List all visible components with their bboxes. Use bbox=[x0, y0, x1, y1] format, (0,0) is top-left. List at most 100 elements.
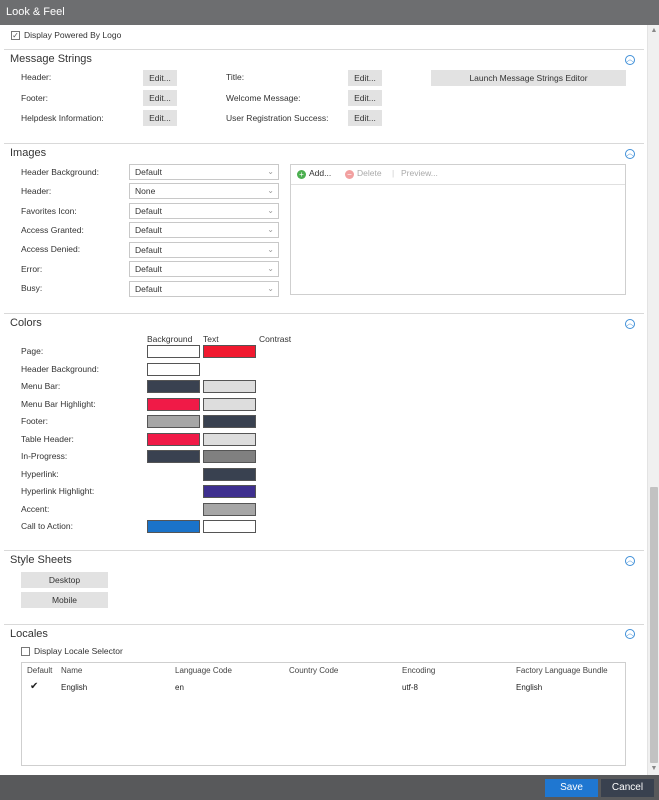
image-list-panel: + Add... − Delete | Preview... bbox=[290, 164, 626, 295]
color-row-label: Page: bbox=[21, 346, 44, 356]
display-powered-by-logo-label: Display Powered By Logo bbox=[24, 30, 122, 40]
text-color-swatch[interactable] bbox=[203, 503, 256, 516]
color-row-label: Table Header: bbox=[21, 434, 74, 444]
select-value: Default bbox=[135, 167, 162, 177]
chevron-down-icon: ⌄ bbox=[267, 167, 274, 176]
text-color-swatch[interactable] bbox=[203, 485, 256, 498]
save-button[interactable]: Save bbox=[545, 779, 598, 797]
locale-name: English bbox=[61, 683, 88, 692]
locale-language-code: en bbox=[175, 683, 184, 692]
chevron-down-icon: ⌄ bbox=[267, 225, 274, 234]
column-header-encoding[interactable]: Encoding bbox=[402, 666, 435, 675]
column-header-language-code[interactable]: Language Code bbox=[175, 666, 232, 675]
error-select[interactable]: Default ⌄ bbox=[129, 261, 279, 277]
locales-title: Locales bbox=[10, 628, 48, 640]
dialog-footer: Save Cancel bbox=[0, 775, 659, 800]
mobile-stylesheet-button[interactable]: Mobile bbox=[21, 592, 108, 608]
chevron-up-icon[interactable]: ︿ bbox=[625, 149, 635, 159]
header-select[interactable]: None ⌄ bbox=[129, 183, 279, 199]
display-locale-selector-label: Display Locale Selector bbox=[34, 646, 123, 656]
launch-message-strings-editor-button[interactable]: Launch Message Strings Editor bbox=[431, 70, 626, 86]
background-color-swatch[interactable] bbox=[147, 398, 200, 411]
chevron-down-icon: ⌄ bbox=[267, 264, 274, 273]
display-powered-by-logo-checkbox[interactable]: ✓ bbox=[11, 31, 20, 40]
background-color-swatch[interactable] bbox=[147, 363, 200, 376]
column-header-default[interactable]: Default bbox=[27, 666, 52, 675]
message-strings-title: Message Strings bbox=[10, 53, 92, 65]
look-and-feel-content: ✓ Display Powered By Logo Message String… bbox=[0, 25, 647, 775]
chevron-up-icon[interactable]: ︿ bbox=[625, 629, 635, 639]
text-color-swatch[interactable] bbox=[203, 468, 256, 481]
edit-header-button[interactable]: Edit... bbox=[143, 70, 177, 86]
select-value: Default bbox=[135, 225, 162, 235]
color-row-label: Accent: bbox=[21, 504, 50, 514]
access-granted-select[interactable]: Default ⌄ bbox=[129, 222, 279, 238]
edit-welcome-message-button[interactable]: Edit... bbox=[348, 90, 382, 106]
edit-user-registration-button[interactable]: Edit... bbox=[348, 110, 382, 126]
plus-circle-icon: + bbox=[297, 170, 306, 179]
column-header-factory-language-bundle[interactable]: Factory Language Bundle bbox=[516, 666, 608, 675]
header-background-select[interactable]: Default ⌄ bbox=[129, 164, 279, 180]
locales-table: Default Name Language Code Country Code … bbox=[21, 662, 626, 766]
background-color-swatch[interactable] bbox=[147, 450, 200, 463]
vertical-scrollbar[interactable]: ▲ ▼ bbox=[647, 25, 659, 775]
locale-encoding: utf-8 bbox=[402, 683, 419, 692]
message-string-label: Footer: bbox=[21, 93, 48, 103]
text-color-swatch[interactable] bbox=[203, 450, 256, 463]
locale-factory-bundle: English bbox=[516, 683, 543, 692]
message-string-label: Helpdesk Information: bbox=[21, 113, 104, 123]
chevron-up-icon[interactable]: ︿ bbox=[625, 556, 635, 566]
column-header-name[interactable]: Name bbox=[61, 666, 82, 675]
cancel-button[interactable]: Cancel bbox=[601, 779, 654, 797]
color-row-label: Hyperlink Highlight: bbox=[21, 486, 95, 496]
favorites-icon-select[interactable]: Default ⌄ bbox=[129, 203, 279, 219]
scroll-up-arrow-icon[interactable]: ▲ bbox=[650, 27, 658, 35]
color-row-label: Menu Bar Highlight: bbox=[21, 399, 96, 409]
toolbar-separator: | bbox=[392, 168, 395, 178]
display-locale-selector-checkbox[interactable] bbox=[21, 647, 30, 656]
access-denied-select[interactable]: Default ⌄ bbox=[129, 242, 279, 258]
image-label: Header: bbox=[21, 186, 52, 196]
delete-label: Delete bbox=[357, 168, 382, 178]
scroll-down-arrow-icon[interactable]: ▼ bbox=[650, 765, 658, 773]
preview-image-button[interactable]: Preview... bbox=[401, 168, 438, 178]
text-color-swatch[interactable] bbox=[203, 345, 256, 358]
scrollbar-thumb[interactable] bbox=[650, 487, 658, 763]
background-color-swatch[interactable] bbox=[147, 433, 200, 446]
delete-image-button[interactable]: − Delete bbox=[345, 168, 382, 179]
background-color-swatch[interactable] bbox=[147, 380, 200, 393]
edit-title-button[interactable]: Edit... bbox=[348, 70, 382, 86]
image-label: Busy: bbox=[21, 283, 43, 293]
edit-helpdesk-button[interactable]: Edit... bbox=[143, 110, 177, 126]
image-label: Access Granted: bbox=[21, 225, 84, 235]
chevron-up-icon[interactable]: ︿ bbox=[625, 319, 635, 329]
contrast-column-header: Contrast bbox=[259, 334, 292, 344]
window-title: Look & Feel bbox=[0, 0, 659, 25]
text-color-swatch[interactable] bbox=[203, 520, 256, 533]
message-string-label: Header: bbox=[21, 72, 52, 82]
text-color-swatch[interactable] bbox=[203, 398, 256, 411]
background-color-swatch[interactable] bbox=[147, 520, 200, 533]
background-color-swatch[interactable] bbox=[147, 345, 200, 358]
color-row-label: Menu Bar: bbox=[21, 381, 61, 391]
text-color-swatch[interactable] bbox=[203, 415, 256, 428]
text-color-swatch[interactable] bbox=[203, 433, 256, 446]
chevron-up-icon[interactable]: ︿ bbox=[625, 55, 635, 65]
select-value: Default bbox=[135, 206, 162, 216]
style-sheets-title: Style Sheets bbox=[10, 554, 72, 566]
divider bbox=[4, 550, 644, 551]
text-color-swatch[interactable] bbox=[203, 380, 256, 393]
image-label: Header Background: bbox=[21, 167, 99, 177]
images-title: Images bbox=[10, 147, 47, 159]
divider bbox=[4, 143, 644, 144]
desktop-stylesheet-button[interactable]: Desktop bbox=[21, 572, 108, 588]
background-color-swatch[interactable] bbox=[147, 415, 200, 428]
divider bbox=[4, 313, 644, 314]
add-image-button[interactable]: + Add... bbox=[297, 168, 331, 179]
busy-select[interactable]: Default ⌄ bbox=[129, 281, 279, 297]
column-header-country-code[interactable]: Country Code bbox=[289, 666, 338, 675]
chevron-down-icon: ⌄ bbox=[267, 206, 274, 215]
select-value: Default bbox=[135, 245, 162, 255]
edit-footer-button[interactable]: Edit... bbox=[143, 90, 177, 106]
chevron-down-icon: ⌄ bbox=[267, 284, 274, 293]
